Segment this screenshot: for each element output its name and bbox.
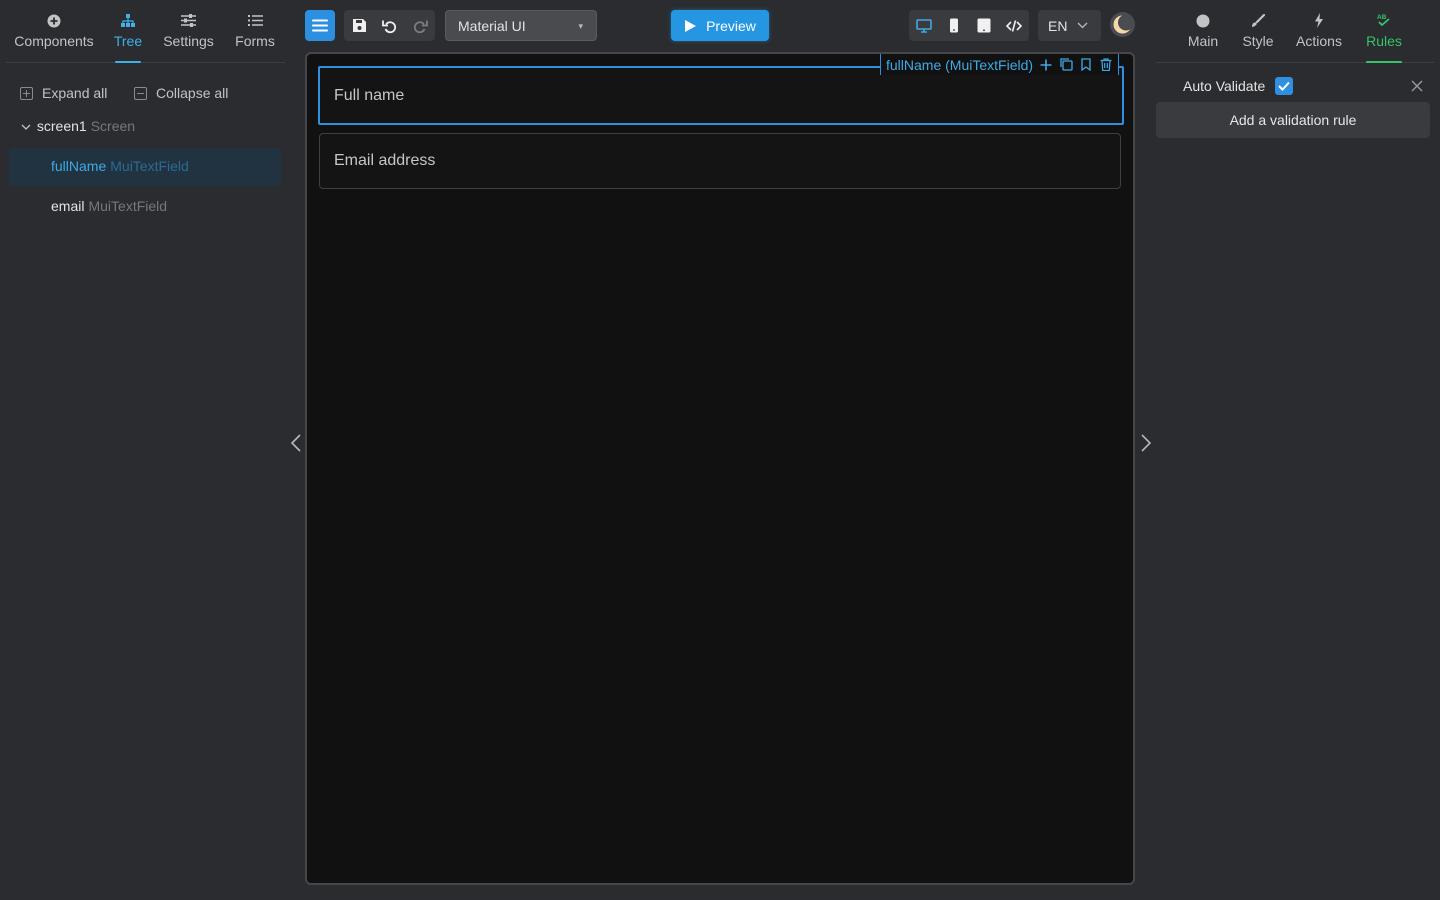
delete-component-button[interactable] <box>1099 58 1113 72</box>
tree-node-type: Screen <box>90 118 136 134</box>
tab-rules-label: Rules <box>1366 33 1402 49</box>
tab-actions[interactable]: Actions <box>1294 10 1344 63</box>
language-select[interactable]: EN <box>1038 10 1101 41</box>
bolt-icon <box>1294 10 1344 30</box>
tab-actions-label: Actions <box>1296 33 1342 49</box>
library-select-value: Material UI <box>458 17 526 34</box>
chevron-down-icon[interactable] <box>21 118 33 134</box>
tab-rules[interactable]: AB Rules <box>1362 10 1406 63</box>
collapse-square-icon <box>134 86 147 100</box>
tab-forms[interactable]: Forms <box>232 10 278 63</box>
checkmark-icon <box>1278 81 1290 91</box>
plus-circle-icon <box>14 10 94 30</box>
collapse-all-button[interactable]: Collapse all <box>134 84 228 102</box>
tree-node-type: MuiTextField <box>110 158 189 174</box>
tab-components-label: Components <box>14 33 94 49</box>
moon-icon <box>1113 14 1134 34</box>
auto-validate-row: Auto Validate <box>1183 76 1294 96</box>
preview-button[interactable]: Preview <box>671 10 769 41</box>
right-tab-bar: Main Style Actions AB Rules <box>1156 0 1434 63</box>
chevron-left-icon <box>290 434 301 452</box>
save-icon <box>353 19 366 32</box>
expand-all-label: Expand all <box>42 85 108 101</box>
redo-button[interactable] <box>405 10 435 41</box>
trash-icon <box>1100 58 1112 71</box>
bookmark-icon <box>1081 58 1091 71</box>
code-view-button[interactable] <box>999 10 1029 41</box>
tree-node-email[interactable]: email MuiTextField <box>51 198 167 214</box>
expand-square-icon <box>20 86 33 100</box>
desktop-icon <box>916 18 932 33</box>
theme-toggle-button[interactable] <box>1110 12 1135 37</box>
tab-tree[interactable]: Tree <box>110 10 146 63</box>
play-icon <box>685 19 697 32</box>
preview-label: Preview <box>706 17 756 34</box>
undo-button[interactable] <box>375 10 405 41</box>
email-text-field[interactable]: Email address <box>319 133 1121 189</box>
save-button[interactable] <box>345 10 375 41</box>
selected-component-toolbar: fullName (MuiTextField) <box>880 54 1120 75</box>
history-group <box>344 10 435 41</box>
add-component-button[interactable] <box>1039 58 1053 72</box>
duplicate-component-button[interactable] <box>1059 58 1073 72</box>
tab-settings[interactable]: Settings <box>161 10 216 63</box>
circle-icon <box>1184 10 1222 30</box>
svg-text:AB: AB <box>1377 14 1387 21</box>
email-field-label: Email address <box>334 152 436 169</box>
mobile-view-button[interactable] <box>939 10 969 41</box>
collapse-all-label: Collapse all <box>156 85 229 101</box>
tree-node-fullname[interactable]: fullName MuiTextField <box>51 158 189 174</box>
design-canvas[interactable]: Full name fullName (MuiTextField) Email … <box>305 52 1135 885</box>
mobile-icon <box>950 18 958 33</box>
auto-validate-checkbox[interactable] <box>1275 77 1294 95</box>
library-select[interactable]: Material UI ▾ <box>445 10 597 41</box>
desktop-view-button[interactable] <box>909 10 939 41</box>
plus-icon <box>1040 59 1052 70</box>
close-icon <box>1411 80 1423 92</box>
sliders-icon <box>161 10 216 30</box>
device-switcher <box>909 10 1029 41</box>
tab-tree-label: Tree <box>113 33 143 49</box>
chevron-down-icon <box>1077 22 1088 29</box>
brush-icon <box>1240 10 1276 30</box>
language-value: EN <box>1048 17 1068 34</box>
add-validation-rule-button[interactable]: Add a validation rule <box>1156 102 1430 138</box>
add-validation-rule-label: Add a validation rule <box>1229 112 1357 128</box>
redo-icon <box>413 20 428 33</box>
bookmark-component-button[interactable] <box>1079 58 1093 72</box>
tab-forms-label: Forms <box>235 33 275 49</box>
left-panel: Components Tree Settings Forms Expand al… <box>0 0 290 900</box>
tab-style-label: Style <box>1242 33 1274 49</box>
list-icon <box>232 10 278 30</box>
selected-component-label: fullName (MuiTextField) <box>886 56 1034 73</box>
tablet-view-button[interactable] <box>969 10 999 41</box>
tree-node-type: MuiTextField <box>88 198 168 214</box>
caret-down-icon: ▾ <box>578 21 583 31</box>
auto-validate-label: Auto Validate <box>1183 78 1266 94</box>
copy-icon <box>1059 58 1073 71</box>
tab-components[interactable]: Components <box>14 10 94 63</box>
tab-settings-label: Settings <box>163 33 214 49</box>
tree-node-name: screen1 <box>36 118 87 134</box>
left-tab-bar: Components Tree Settings Forms <box>6 0 285 63</box>
hierarchy-icon <box>110 10 146 30</box>
tab-main[interactable]: Main <box>1184 10 1222 63</box>
close-rules-button[interactable] <box>1409 78 1425 94</box>
collapse-right-panel-button[interactable] <box>1138 433 1154 453</box>
expand-all-button[interactable]: Expand all <box>20 84 107 102</box>
tab-style[interactable]: Style <box>1240 10 1276 63</box>
tree-node-name: fullName <box>51 158 107 174</box>
undo-icon <box>381 20 396 33</box>
tree-node-screen1[interactable]: screen1 Screen <box>21 118 135 134</box>
chevron-right-icon <box>1141 434 1152 452</box>
tablet-icon <box>977 18 991 33</box>
menu-button[interactable] <box>305 10 335 41</box>
hamburger-icon <box>312 19 328 32</box>
code-icon <box>1006 19 1022 32</box>
fullname-field-label: Full name <box>334 86 405 104</box>
collapse-left-panel-button[interactable] <box>288 433 304 453</box>
tree-node-name: email <box>51 198 85 214</box>
ab-check-icon: AB <box>1362 10 1406 30</box>
tab-main-label: Main <box>1187 33 1219 49</box>
